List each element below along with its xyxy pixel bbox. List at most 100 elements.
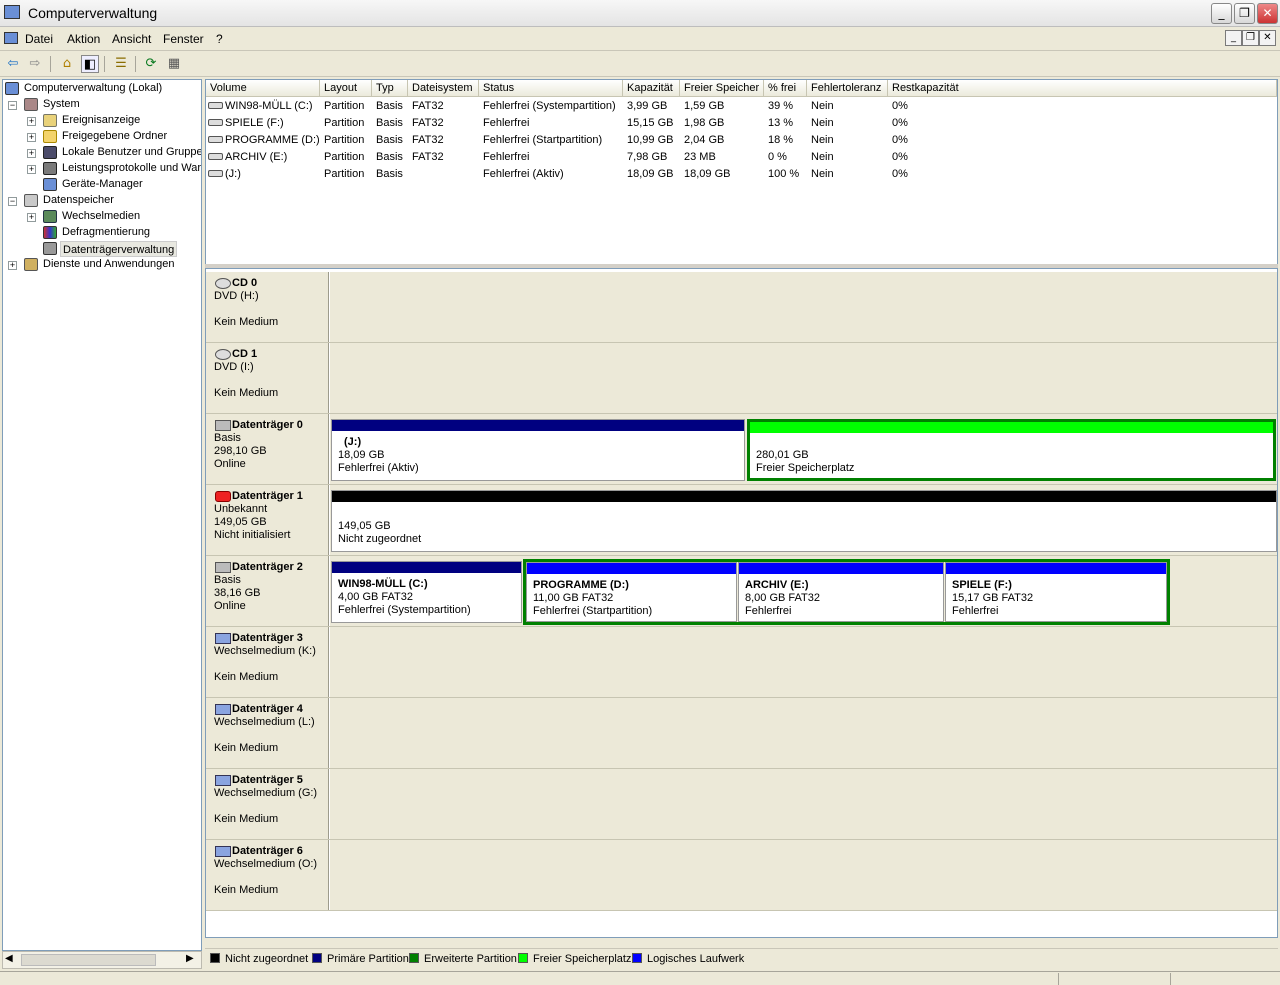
column-header-volume[interactable]: Volume	[206, 80, 320, 97]
disk-label[interactable]: Datenträger 3 Wechselmedium (K:) Kein Me…	[206, 627, 329, 697]
close-button[interactable]: ✕	[1257, 3, 1278, 24]
partition-f[interactable]: SPIELE (F:) 15,17 GB FAT32 Fehlerfrei	[945, 562, 1167, 622]
child-minimize-button[interactable]: _	[1225, 30, 1242, 46]
disk-label[interactable]: Datenträger 5 Wechselmedium (G:) Kein Me…	[206, 769, 329, 839]
menu-datei[interactable]: Datei	[25, 32, 53, 46]
table-cell: Basis	[376, 134, 403, 146]
expand-icon[interactable]: +	[27, 213, 36, 222]
disk-label[interactable]: Datenträger 1 Unbekannt 149,05 GB Nicht …	[206, 485, 329, 555]
table-cell: 13 %	[768, 117, 794, 129]
export-list-icon[interactable]: ▦	[165, 55, 183, 73]
disk-row-cd0[interactable]: CD 0 DVD (H:) Kein Medium	[206, 272, 1277, 343]
column-header-typ[interactable]: Typ	[372, 80, 408, 97]
primary-partition-bar	[332, 420, 744, 431]
expand-icon[interactable]: +	[27, 117, 36, 126]
column-header-fehlertoleranz[interactable]: Fehlertoleranz	[807, 80, 888, 97]
column-header-kapazitaet[interactable]: Kapazität	[623, 80, 680, 97]
menu-help[interactable]: ?	[216, 32, 223, 46]
column-header-dateisystem[interactable]: Dateisystem	[408, 80, 479, 97]
table-row[interactable]: WIN98-MÜLL (C:) Partition Basis FAT32 Fehler…	[206, 98, 1277, 114]
table-cell: SPIELE (F:)	[225, 117, 284, 129]
disk-row-1[interactable]: Datenträger 1 Unbekannt 149,05 GB Nicht …	[206, 485, 1277, 556]
maximize-button[interactable]: ❐	[1234, 3, 1255, 24]
partition-c[interactable]: WIN98-MÜLL (C:) 4,00 GB FAT32 Fehlerfrei (…	[331, 561, 522, 623]
table-cell: Partition	[324, 117, 365, 129]
disk-row-5[interactable]: Datenträger 5 Wechselmedium (G:) Kein Me…	[206, 769, 1277, 840]
disk-info: Wechselmedium (O:)	[214, 858, 318, 870]
title-bar: Computerverwaltung _ ❐ ✕	[0, 0, 1280, 27]
disk-row-3[interactable]: Datenträger 3 Wechselmedium (K:) Kein Me…	[206, 627, 1277, 698]
column-header-status[interactable]: Status	[479, 80, 623, 97]
disk-row-2[interactable]: Datenträger 2 Basis 38,16 GB Online WIN9…	[206, 556, 1277, 627]
disk-info	[214, 374, 328, 387]
disk-label[interactable]: CD 1 DVD (I:) Kein Medium	[206, 343, 329, 413]
partition-unallocated[interactable]: 149,05 GB Nicht zugeordnet	[331, 490, 1277, 552]
disk-row-cd1[interactable]: CD 1 DVD (I:) Kein Medium	[206, 343, 1277, 414]
disk-name: Datenträger 5	[232, 774, 303, 786]
partition-e[interactable]: ARCHIV (E:) 8,00 GB FAT32 Fehlerfrei	[738, 562, 944, 622]
scroll-thumb[interactable]	[21, 954, 156, 966]
expand-icon[interactable]: +	[8, 261, 17, 270]
tree-node-system[interactable]: − System	[5, 97, 201, 113]
column-header-prozent-frei[interactable]: % frei	[764, 80, 807, 97]
system-menu-icon[interactable]	[4, 32, 18, 44]
forward-arrow-icon[interactable]: ⇨	[26, 55, 44, 73]
table-cell: Partition	[324, 134, 365, 146]
disk-info: Kein Medium	[214, 316, 279, 328]
disk-label[interactable]: Datenträger 0 Basis 298,10 GB Online	[206, 414, 329, 484]
table-cell: 18 %	[768, 134, 794, 146]
partition-d[interactable]: PROGRAMME (D:) 11,00 GB FAT32 Fehlerfrei (…	[526, 562, 737, 622]
expand-icon[interactable]: +	[27, 165, 36, 174]
disk-label[interactable]: Datenträger 2 Basis 38,16 GB Online	[206, 556, 329, 626]
collapse-icon[interactable]: −	[8, 101, 17, 110]
disk-label[interactable]: CD 0 DVD (H:) Kein Medium	[206, 272, 329, 342]
disk-info: Wechselmedium (K:)	[214, 645, 316, 657]
child-restore-button[interactable]: ❐	[1242, 30, 1259, 46]
table-cell: 2,04 GB	[684, 134, 725, 146]
partition-name: ARCHIV (E:)	[745, 579, 809, 591]
scroll-left-icon[interactable]: ◀	[5, 953, 13, 964]
collapse-icon[interactable]: −	[8, 197, 17, 206]
menu-aktion[interactable]: Aktion	[67, 32, 100, 46]
legend-unallocated: Nicht zugeordnet	[210, 953, 308, 966]
partition-j[interactable]: (J:) 18,09 GB Fehlerfrei (Aktiv)	[331, 419, 745, 481]
column-header-restkapazitaet[interactable]: Restkapazität	[888, 80, 1277, 97]
expand-icon[interactable]: +	[27, 149, 36, 158]
properties-icon[interactable]: ☰	[112, 55, 130, 73]
column-header-layout[interactable]: Layout	[320, 80, 372, 97]
extended-partition[interactable]: PROGRAMME (D:) 11,00 GB FAT32 Fehlerfrei (…	[523, 559, 1170, 625]
disk-info: Kein Medium	[214, 813, 279, 825]
scroll-right-icon[interactable]: ▶	[186, 953, 194, 964]
column-header-freier-speicher[interactable]: Freier Speicher	[680, 80, 764, 97]
disk-name: CD 1	[232, 348, 258, 360]
refresh-icon[interactable]: ⟳	[142, 55, 160, 73]
minimize-button[interactable]: _	[1211, 3, 1232, 24]
menu-ansicht[interactable]: Ansicht	[112, 32, 151, 46]
table-row[interactable]: PROGRAMME (D:) Partition Basis FAT32 Fehlerf…	[206, 132, 1277, 148]
disk-info: DVD (H:)	[214, 290, 259, 302]
toolbar-separator	[104, 56, 105, 72]
disk-row-0[interactable]: Datenträger 0 Basis 298,10 GB Online (J:…	[206, 414, 1277, 485]
disk-row-6[interactable]: Datenträger 6 Wechselmedium (O:) Kein Me…	[206, 840, 1277, 911]
table-row[interactable]: SPIELE (F:) Partition Basis FAT32 Fehlerfrei…	[206, 115, 1277, 131]
child-close-button[interactable]: ✕	[1259, 30, 1276, 46]
tree-horizontal-scrollbar[interactable]: ◀ ▶	[2, 951, 202, 969]
primary-partition-bar	[332, 562, 521, 573]
back-arrow-icon[interactable]: ⇦	[4, 55, 22, 73]
disk-info	[214, 871, 328, 884]
table-row[interactable]: ARCHIV (E:) Partition Basis FAT32 Fehlerfrei…	[206, 149, 1277, 165]
disk-info: 149,05 GB	[214, 516, 267, 528]
disk-label[interactable]: Datenträger 4 Wechselmedium (L:) Kein Me…	[206, 698, 329, 768]
expand-icon[interactable]: +	[27, 133, 36, 142]
partition-status: Fehlerfrei (Startpartition)	[533, 605, 653, 617]
disk-label[interactable]: Datenträger 6 Wechselmedium (O:) Kein Me…	[206, 840, 329, 910]
partition-size: 8,00 GB FAT32	[745, 592, 821, 604]
menu-fenster[interactable]: Fenster	[163, 32, 204, 46]
partition-free-space[interactable]: 280,01 GB Freier Speicherplatz	[747, 419, 1276, 481]
up-folder-icon[interactable]: ⌂	[58, 55, 76, 73]
disk-row-4[interactable]: Datenträger 4 Wechselmedium (L:) Kein Me…	[206, 698, 1277, 769]
table-row[interactable]: (J:) Partition Basis Fehlerfrei (Aktiv) 18,0…	[206, 166, 1277, 182]
show-tree-icon[interactable]: ◧	[81, 55, 99, 73]
unallocated-bar	[332, 491, 1276, 502]
toolbar-separator	[50, 56, 51, 72]
